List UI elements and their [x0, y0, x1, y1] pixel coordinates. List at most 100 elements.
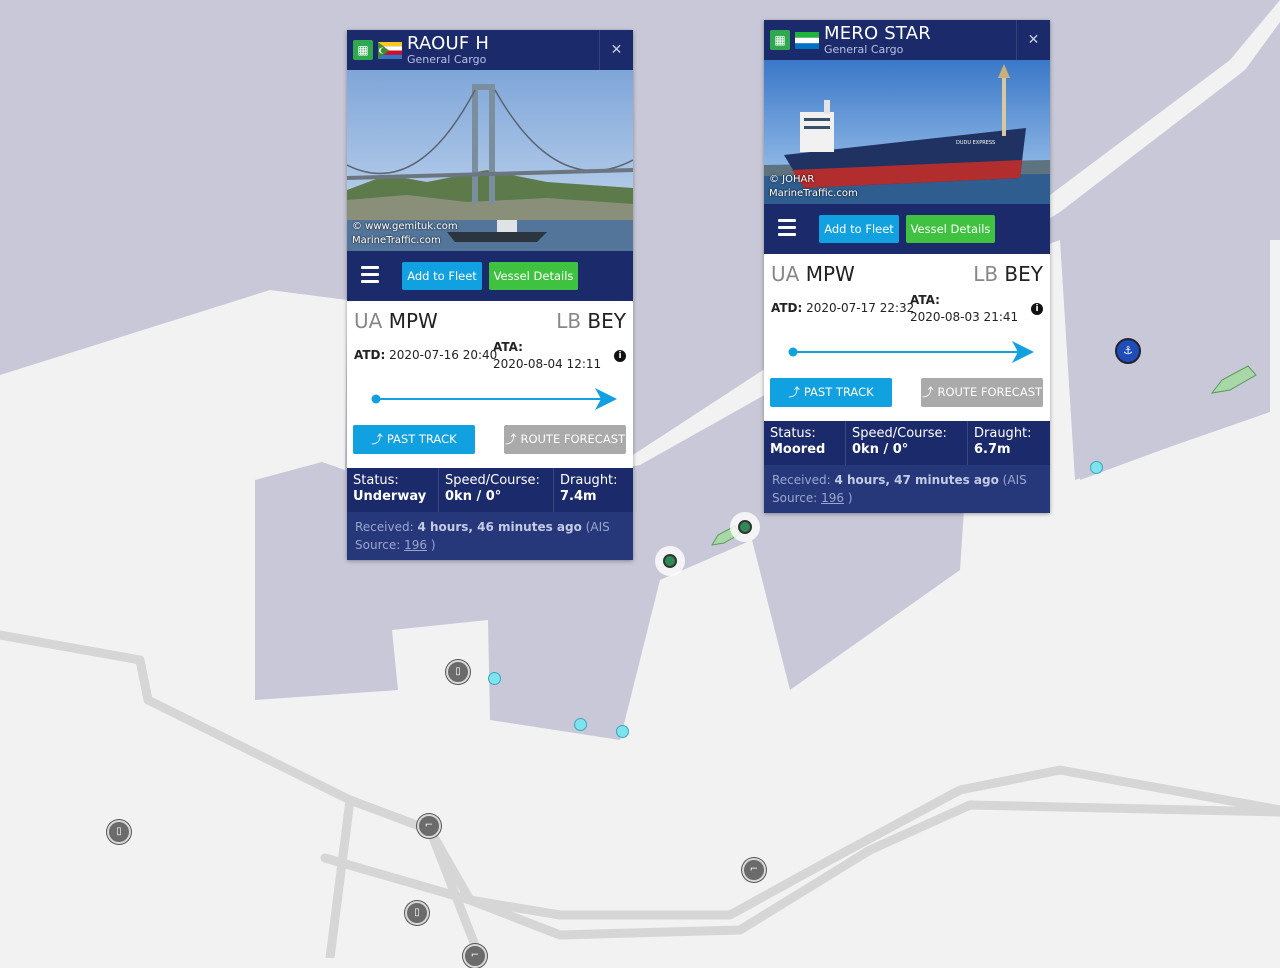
- departure-country: UA: [771, 262, 800, 286]
- status-value: Underway: [353, 489, 427, 504]
- popup-actions: Add to Fleet Vessel Details: [764, 204, 1050, 254]
- photo-credit-site: MarineTraffic.com: [769, 188, 858, 199]
- draught-stat: Draught: 6.7m: [968, 421, 1044, 465]
- atd-label: ATD:: [771, 301, 803, 315]
- ais-close: ): [847, 491, 853, 505]
- destination-port-code: BEY: [587, 309, 626, 333]
- speed-value: 0kn / 0°: [852, 442, 909, 457]
- vessel-stats: Status: Underway Speed/Course: 0kn / 0° Dr…: [347, 468, 633, 512]
- vessel-photo[interactable]: © www.gemituk.com MarineTraffic.com: [347, 70, 633, 251]
- crane-icon[interactable]: ⌐: [742, 858, 766, 882]
- buoy-dot[interactable]: [616, 725, 629, 738]
- ais-source-link[interactable]: 196: [404, 538, 427, 552]
- received-value: 4 hours, 47 minutes ago: [834, 473, 999, 487]
- destination-port[interactable]: LB BEY: [973, 262, 1043, 286]
- building-icon[interactable]: ▯: [107, 820, 131, 844]
- vessel-popup: ▦ MERO STAR General Cargo ✕ DUDU EXPRESS…: [764, 20, 1050, 513]
- speed-label: Speed/Course:: [445, 473, 540, 488]
- draught-value: 6.7m: [974, 442, 1011, 457]
- speed-stat: Speed/Course: 0kn / 0°: [439, 468, 554, 512]
- past-track-button[interactable]: ⤴ PAST TRACK: [353, 425, 475, 454]
- destination-country: LB: [556, 309, 582, 333]
- buoy-dot[interactable]: [488, 672, 501, 685]
- status-stat: Status: Underway: [347, 468, 439, 512]
- vessel-details-button[interactable]: Vessel Details: [906, 215, 995, 243]
- track-icon: ⤴: [504, 432, 517, 446]
- moored-vessel-icon[interactable]: [655, 546, 685, 576]
- crane-icon[interactable]: ⌐: [463, 944, 487, 968]
- draught-value: 7.4m: [560, 489, 597, 504]
- buoy-dot[interactable]: [574, 718, 587, 731]
- vessel-name: RAOUF H: [407, 33, 490, 54]
- vessel-photo[interactable]: DUDU EXPRESS © JOHAR MarineTraffic.com: [764, 60, 1050, 204]
- destination-country: LB: [973, 262, 999, 286]
- route-forecast-button[interactable]: ⤴ ROUTE FORECAST: [921, 378, 1043, 407]
- photo-credit-site: MarineTraffic.com: [352, 235, 441, 246]
- voyage-info: UA MPW LB BEY ATD: 2020-07-16 20:40 ATA:…: [347, 301, 633, 468]
- departure-port-code: MPW: [805, 262, 855, 286]
- past-track-label: PAST TRACK: [803, 385, 874, 399]
- svg-text:DUDU EXPRESS: DUDU EXPRESS: [956, 140, 995, 146]
- harbour-icon[interactable]: ⚓: [1115, 338, 1141, 364]
- draught-label: Draught:: [560, 473, 618, 488]
- departure-port[interactable]: UA MPW: [771, 262, 855, 286]
- grid-menu-icon[interactable]: ▦: [770, 30, 790, 50]
- status-label: Status:: [353, 473, 399, 488]
- ata-label: ATA:: [493, 340, 523, 354]
- departure-port[interactable]: UA MPW: [354, 309, 438, 333]
- received-info: Received: 4 hours, 46 minutes ago (AIS S…: [347, 512, 633, 560]
- status-label: Status:: [770, 426, 816, 441]
- past-track-label: PAST TRACK: [386, 432, 457, 446]
- crane-icon[interactable]: ⌐: [417, 814, 441, 838]
- add-to-fleet-button[interactable]: Add to Fleet: [819, 215, 899, 243]
- destination-port[interactable]: LB BEY: [556, 309, 626, 333]
- photo-credit-text: © JOHAR: [769, 174, 815, 185]
- vessel-type: General Cargo: [824, 43, 904, 56]
- speed-stat: Speed/Course: 0kn / 0°: [846, 421, 968, 465]
- received-label: Received:: [772, 473, 831, 487]
- status-stat: Status: Moored: [764, 421, 846, 465]
- close-icon[interactable]: ✕: [1016, 20, 1050, 60]
- close-icon[interactable]: ✕: [599, 30, 633, 70]
- add-to-fleet-button[interactable]: Add to Fleet: [402, 262, 482, 290]
- info-icon[interactable]: i: [1031, 303, 1043, 315]
- popup-header: ▦ MERO STAR General Cargo ✕: [764, 20, 1050, 60]
- ata-row: ATA: 2020-08-04 12:11: [493, 339, 601, 373]
- building-icon[interactable]: ▯: [405, 901, 429, 925]
- popup-header: ▦ RAOUF H General Cargo ✕: [347, 30, 633, 70]
- voyage-info: UA MPW LB BEY ATD: 2020-07-17 22:32 ATA:…: [764, 254, 1050, 421]
- ata-value: 2020-08-04 12:11: [493, 357, 602, 371]
- photo-credit-text: © www.gemituk.com: [352, 221, 458, 232]
- moored-vessel-icon[interactable]: [730, 512, 760, 542]
- hamburger-menu-icon[interactable]: [361, 266, 379, 287]
- flag-icon: [378, 42, 402, 59]
- building-icon[interactable]: ▯: [446, 660, 470, 684]
- hamburger-menu-icon[interactable]: [778, 219, 796, 240]
- vessel-stats: Status: Moored Speed/Course: 0kn / 0° Drau…: [764, 421, 1050, 465]
- route-forecast-button[interactable]: ⤴ ROUTE FORECAST: [504, 425, 626, 454]
- departure-port-code: MPW: [388, 309, 438, 333]
- draught-stat: Draught: 7.4m: [554, 468, 630, 512]
- grid-menu-icon[interactable]: ▦: [353, 40, 373, 60]
- track-icon: ⤴: [371, 432, 383, 446]
- speed-value: 0kn / 0°: [445, 489, 502, 504]
- vessel-details-button[interactable]: Vessel Details: [489, 262, 578, 290]
- status-value: Moored: [770, 442, 826, 457]
- info-icon[interactable]: i: [614, 350, 626, 362]
- received-value: 4 hours, 46 minutes ago: [417, 520, 582, 534]
- route-forecast-label: ROUTE FORECAST: [937, 385, 1043, 399]
- draught-label: Draught:: [974, 426, 1032, 441]
- buoy-dot[interactable]: [1090, 461, 1103, 474]
- flag-icon: [795, 32, 819, 49]
- photo-credit: © JOHAR MarineTraffic.com: [769, 173, 858, 201]
- atd-row: ATD: 2020-07-16 20:40: [354, 348, 497, 362]
- map-canvas[interactable]: [0, 0, 1280, 958]
- ata-value: 2020-08-03 21:41: [910, 310, 1019, 324]
- vessel-popup: ▦ RAOUF H General Cargo ✕ © www.gemituk.…: [347, 30, 633, 560]
- departure-country: UA: [354, 309, 383, 333]
- speed-label: Speed/Course:: [852, 426, 947, 441]
- track-icon: ⤴: [921, 385, 934, 399]
- route-forecast-label: ROUTE FORECAST: [520, 432, 626, 446]
- past-track-button[interactable]: ⤴ PAST TRACK: [770, 378, 892, 407]
- ais-source-link[interactable]: 196: [821, 491, 844, 505]
